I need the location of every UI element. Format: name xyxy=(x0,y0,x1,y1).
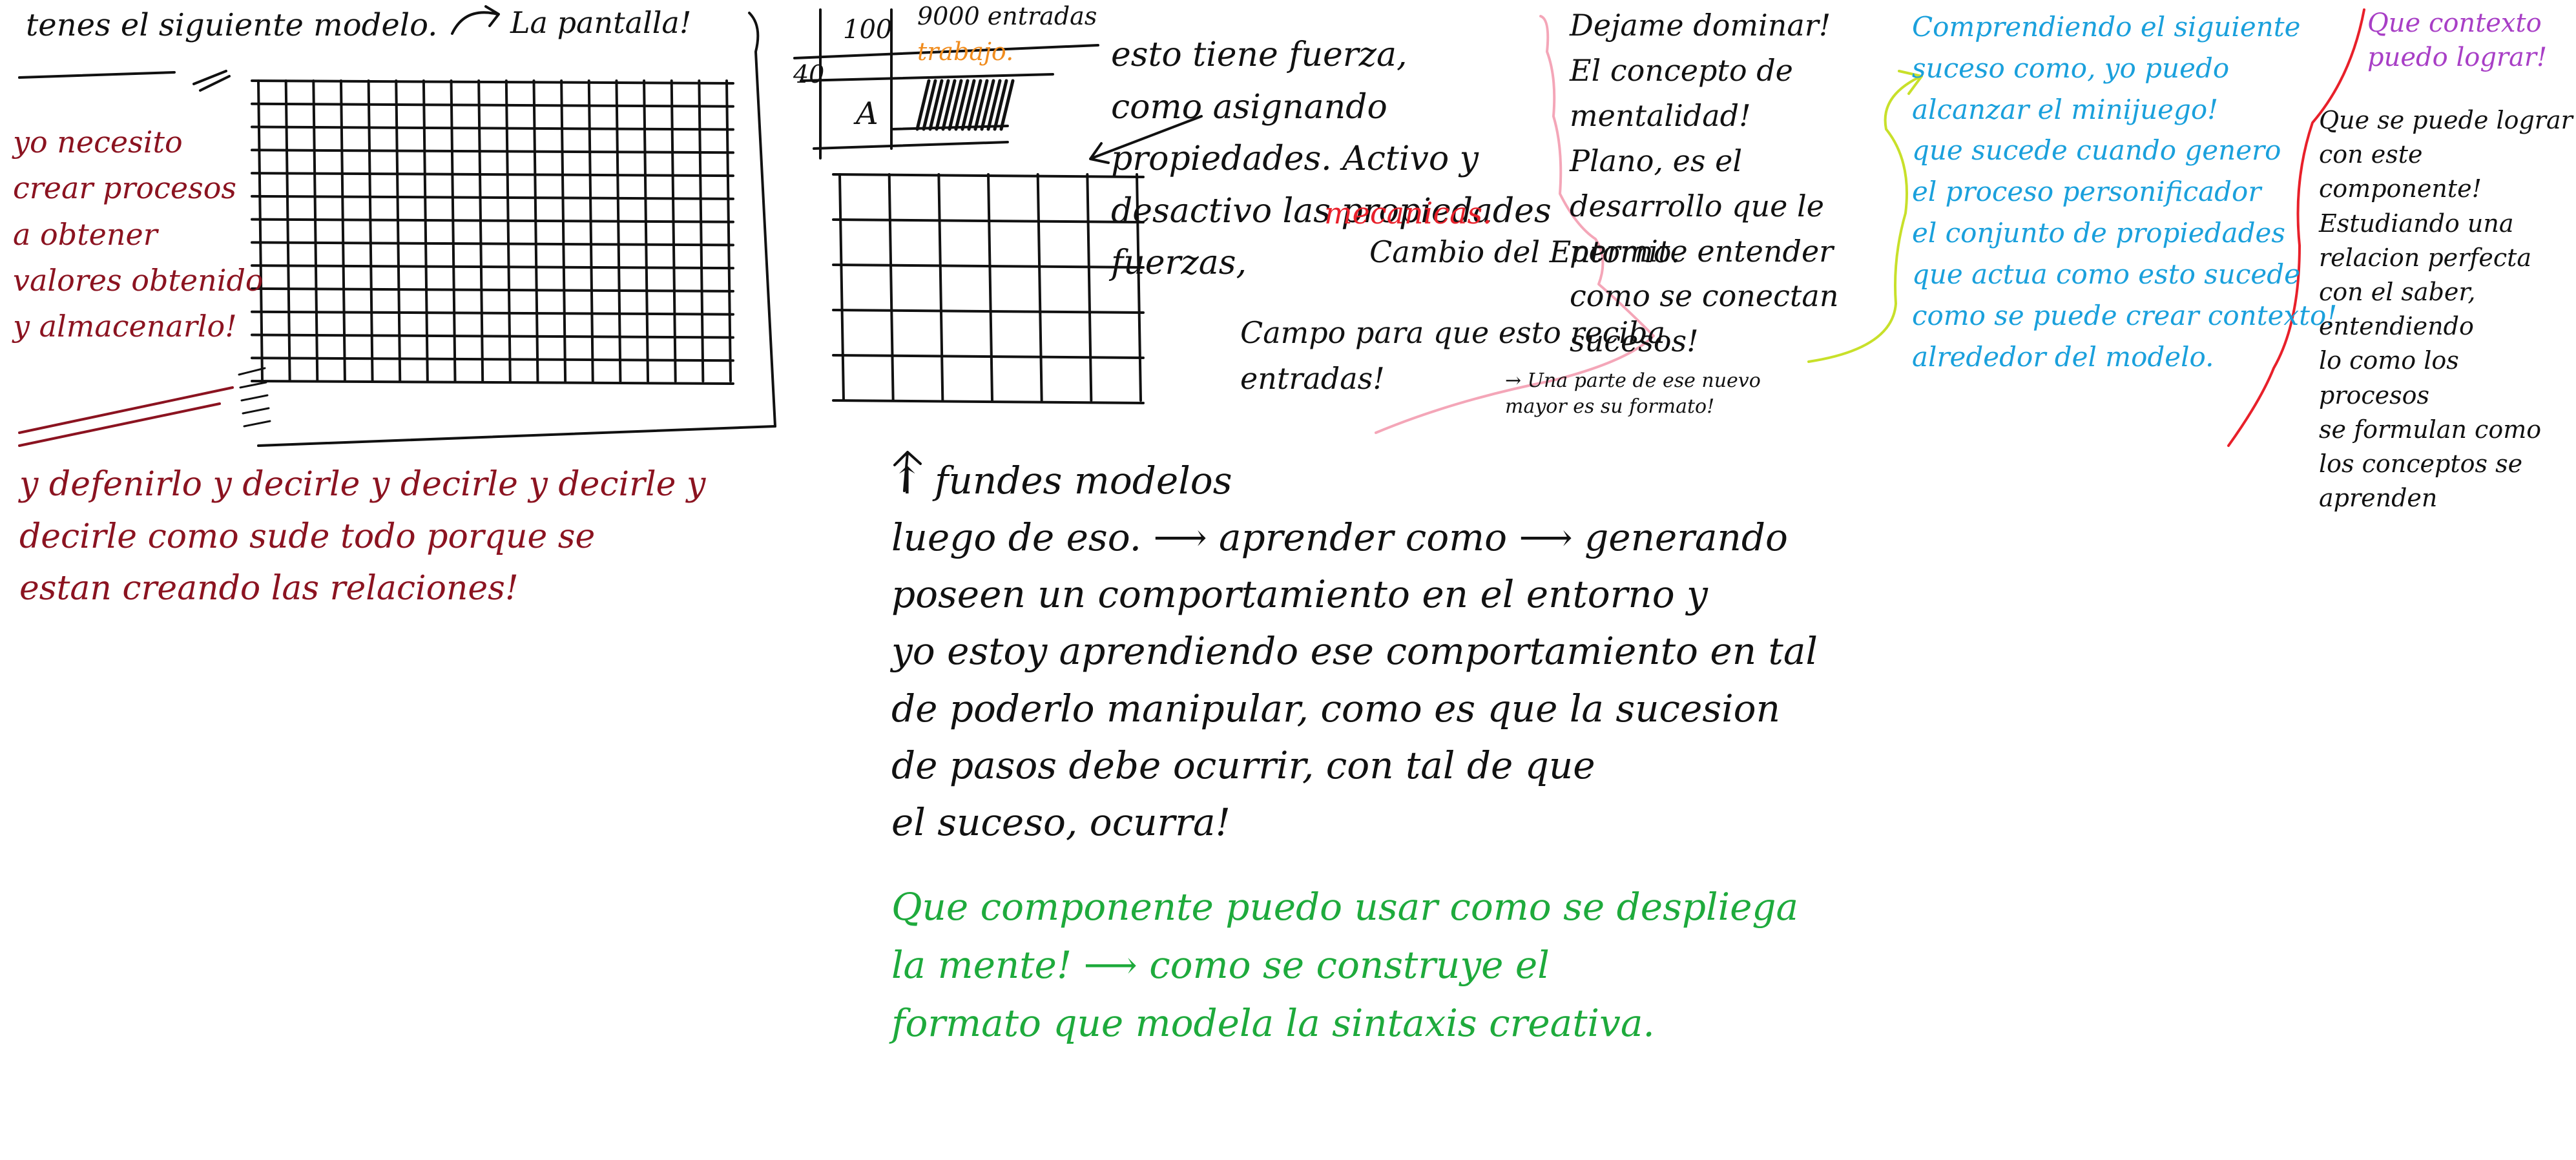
que-contexto-note: Que contexto puedo lograr! xyxy=(2367,8,2548,72)
grid-line xyxy=(251,102,734,108)
secondary-grid xyxy=(832,173,1145,404)
grid-line xyxy=(251,287,734,293)
grid-line xyxy=(251,125,734,131)
grid-line xyxy=(832,264,1145,269)
pantalla-arrow xyxy=(451,5,500,35)
dejame-note: Dejame dominar! El concepto de mentalida… xyxy=(1570,8,1839,359)
grid-line xyxy=(888,173,895,402)
grid-line xyxy=(987,173,993,402)
grid-line xyxy=(251,241,734,247)
fundes-note: ↑ fundes modelos luego de eso. ⟶ aprende… xyxy=(891,459,1818,844)
hatch-stroke xyxy=(993,79,1008,131)
header-note: tenes el siguiente modelo. xyxy=(26,7,438,43)
grid-line xyxy=(1086,173,1093,402)
screen-frame-right xyxy=(748,12,776,428)
grid-line xyxy=(251,149,734,154)
grid-line xyxy=(832,354,1145,359)
hatch-stroke xyxy=(922,79,937,131)
table-A: A xyxy=(856,96,878,132)
table-9000-entradas: 9000 entradas xyxy=(917,2,1097,30)
necesito-note: yo necesito crear procesos a obtener val… xyxy=(13,125,264,344)
header-underline xyxy=(18,71,176,79)
table-trabajo: trabajo. xyxy=(917,37,1014,66)
grid-line xyxy=(251,333,734,339)
hatch-stroke xyxy=(973,79,989,131)
hatch-stroke xyxy=(999,79,1015,131)
grid-line xyxy=(832,173,1145,178)
hatch-stroke xyxy=(954,79,970,131)
grid-line xyxy=(251,380,734,385)
hatch-stroke xyxy=(941,79,957,131)
red-separator-2 xyxy=(18,402,221,447)
grid-line xyxy=(251,194,734,200)
grid-line xyxy=(832,399,1145,404)
table-40: 40 xyxy=(793,60,825,88)
hatch-stroke xyxy=(935,79,950,131)
hatch-stroke xyxy=(967,79,982,131)
hatch-stroke xyxy=(986,79,1002,131)
defenirlo-note: y defenirlo y decirle y decirle y decirl… xyxy=(19,465,706,608)
grid-line xyxy=(937,173,944,402)
que-componente-note: Que componente puedo usar como se despli… xyxy=(891,885,1799,1045)
grid-line xyxy=(251,357,734,362)
grid-line xyxy=(832,218,1145,223)
grid-line xyxy=(1036,173,1043,402)
screen-frame-corner xyxy=(192,70,231,92)
mecanicas-label: mecanicas. xyxy=(1324,196,1492,231)
grid-line xyxy=(251,264,734,270)
hatch-stroke xyxy=(915,79,931,131)
grid-line xyxy=(838,173,845,402)
pantalla-label: La pantalla! xyxy=(510,5,692,40)
screen-frame-bottom xyxy=(257,425,776,447)
grid-line xyxy=(832,309,1145,314)
que-se-puede-note: Que se puede lograr con este componente!… xyxy=(2319,106,2573,513)
hatch-stroke xyxy=(961,79,976,131)
grid-line xyxy=(251,310,734,316)
formato-note: → Una parte de ese nuevo mayor es su for… xyxy=(1505,369,1761,418)
main-screen-grid xyxy=(251,79,734,385)
trabajo-hatching xyxy=(915,79,1015,131)
hatch-stroke xyxy=(928,79,944,131)
screen-frame-hatch xyxy=(238,367,271,428)
table-100: 100 xyxy=(843,15,893,45)
grid-line xyxy=(251,218,734,223)
grid-line xyxy=(251,79,734,85)
comprendiendo-note: Comprendiendo el siguiente suceso como, … xyxy=(1912,11,2338,373)
hatch-stroke xyxy=(980,79,995,131)
hatch-stroke xyxy=(948,79,963,131)
red-separator-1 xyxy=(18,386,234,434)
grid-line xyxy=(251,172,734,178)
grid-line xyxy=(725,79,732,382)
